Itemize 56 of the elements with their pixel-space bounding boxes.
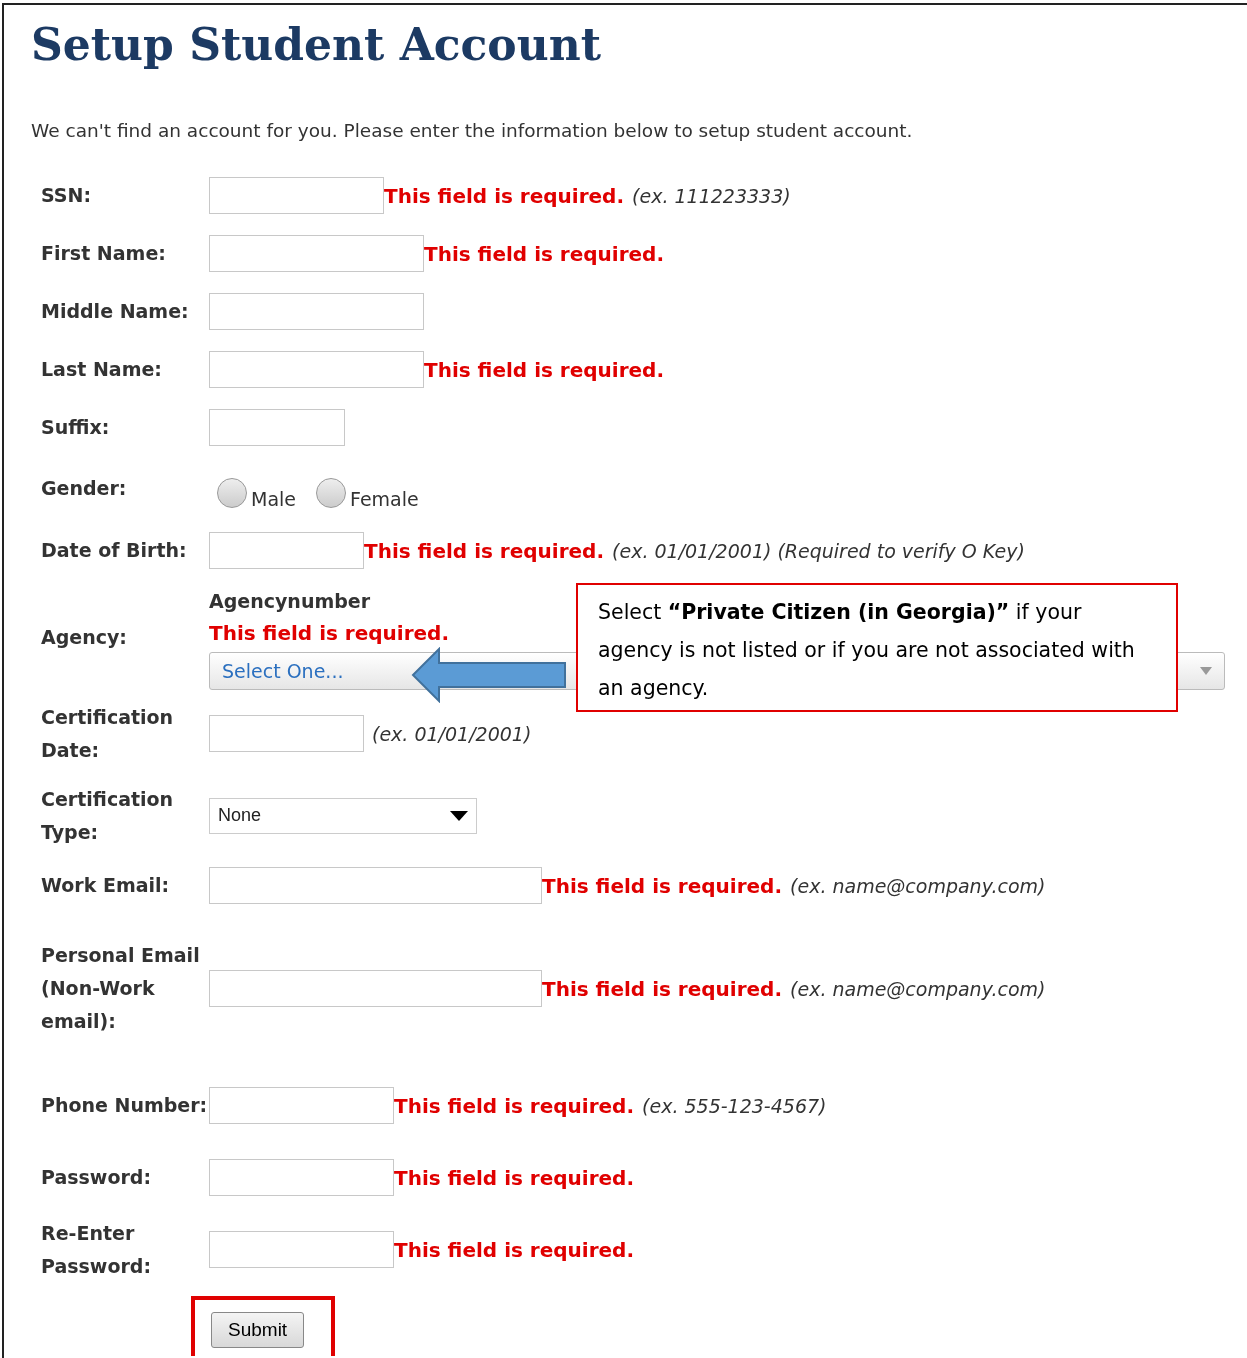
text-field[interactable] bbox=[209, 351, 424, 389]
page-title: Setup Student Account bbox=[31, 18, 603, 72]
field-label: Phone Number: bbox=[41, 1093, 209, 1119]
error-message: This field is required. bbox=[394, 1092, 635, 1120]
intro-text: We can't find an account for you. Please enter the information below to setup student account. bbox=[31, 119, 914, 143]
text-field[interactable] bbox=[209, 867, 542, 905]
example-hint: (ex. 01/01/2001) (Required to verify O Key) bbox=[612, 538, 1025, 564]
field-label: Certification Date: bbox=[41, 704, 175, 763]
field-label: Certification Type: bbox=[41, 786, 175, 845]
field-label: Agencynumber bbox=[209, 588, 371, 614]
error-message: This field is required. bbox=[542, 872, 783, 900]
example-hint: (ex. 01/01/2001) bbox=[372, 721, 532, 747]
text-field[interactable] bbox=[209, 970, 542, 1008]
text-field[interactable] bbox=[209, 1087, 394, 1125]
radio-label: Male bbox=[251, 486, 296, 512]
field-label: Agency: bbox=[41, 624, 128, 650]
radio-button[interactable] bbox=[316, 477, 346, 508]
error-message: This field is required. bbox=[364, 537, 605, 565]
error-message: This field is required. bbox=[542, 975, 783, 1003]
radio-button[interactable] bbox=[217, 477, 247, 508]
field-label: Gender: bbox=[41, 476, 128, 502]
field-label: Suffix: bbox=[41, 415, 111, 441]
text-field[interactable] bbox=[209, 532, 364, 570]
caret-icon bbox=[450, 810, 468, 821]
field-label: Last Name: bbox=[41, 357, 163, 383]
radio-label: Female bbox=[350, 486, 419, 512]
submit-button[interactable]: Submit bbox=[211, 1311, 305, 1348]
text-field[interactable] bbox=[209, 177, 384, 215]
error-message: This field is required. bbox=[424, 356, 665, 384]
example-hint: (ex. 111223333) bbox=[632, 183, 791, 209]
error-message: This field is required. bbox=[384, 182, 625, 210]
text-field[interactable] bbox=[209, 235, 424, 273]
example-hint: (ex. name@company.com) bbox=[790, 976, 1046, 1002]
error-message: This field is required. bbox=[394, 1236, 635, 1264]
field-label: First Name: bbox=[41, 241, 167, 267]
text-field[interactable] bbox=[209, 409, 345, 447]
field-label: Work Email: bbox=[41, 873, 171, 899]
example-hint: (ex. 555-123-4567) bbox=[642, 1093, 827, 1119]
field-label: SSN: bbox=[41, 183, 92, 209]
dropdown[interactable]: None bbox=[209, 797, 477, 834]
example-hint: (ex. name@company.com) bbox=[790, 873, 1046, 899]
error-message: This field is required. bbox=[209, 619, 450, 647]
field-label: Date of Birth: bbox=[41, 538, 188, 564]
callout-tooltip: Select “Private Citizen (in Georgia)” if your agency is not listed or if you are not associated with an agency. bbox=[576, 582, 1178, 712]
text-field[interactable] bbox=[209, 1159, 394, 1197]
error-message: This field is required. bbox=[424, 240, 665, 268]
arrow-icon bbox=[411, 646, 566, 703]
error-message: This field is required. bbox=[394, 1164, 635, 1192]
field-label: Re-Enter Password: bbox=[41, 1220, 153, 1279]
field-label: Password: bbox=[41, 1165, 153, 1191]
caret-icon bbox=[1200, 666, 1212, 675]
field-label: Personal Email (Non-Work email): bbox=[41, 943, 201, 1035]
text-field[interactable] bbox=[209, 715, 364, 753]
text-field[interactable] bbox=[209, 1231, 394, 1269]
text-field[interactable] bbox=[209, 293, 424, 331]
field-label: Middle Name: bbox=[41, 299, 190, 325]
